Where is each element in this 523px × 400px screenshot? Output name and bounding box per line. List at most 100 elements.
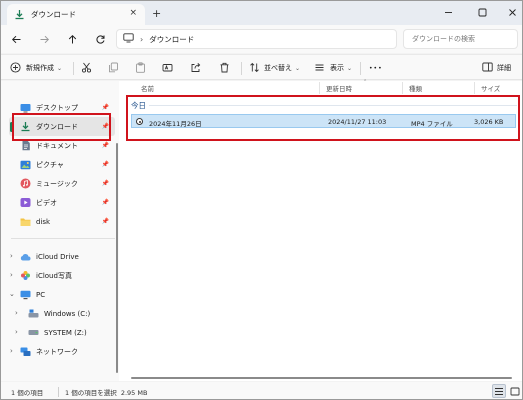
command-bar: 新規作成 ⌄ 並べ替え ⌄ 表示 ⌄ ••• 詳細 xyxy=(1,54,522,80)
horizontal-scrollbar[interactable] xyxy=(131,377,512,379)
sidebar-item-pictures[interactable]: ピクチャ 📌 xyxy=(9,155,115,174)
rename-icon xyxy=(162,62,173,75)
divider xyxy=(241,62,242,75)
sidebar-item-icloud-photos[interactable]: iCloud写真 xyxy=(9,266,115,285)
address-bar[interactable]: › ダウンロード xyxy=(116,29,397,49)
details-view-button[interactable] xyxy=(492,384,506,398)
forward-button[interactable] xyxy=(36,31,52,47)
back-button[interactable] xyxy=(8,31,24,47)
plus-circle-icon xyxy=(10,61,21,75)
close-window-button[interactable] xyxy=(497,4,522,20)
sidebar-item-icloud-drive[interactable]: iCloud Drive xyxy=(9,247,115,266)
copy-button[interactable] xyxy=(108,60,119,76)
pin-icon: 📌 xyxy=(101,218,109,225)
delete-button[interactable] xyxy=(219,60,230,76)
status-divider xyxy=(58,387,59,397)
pin-icon: 📌 xyxy=(101,180,109,187)
rename-button[interactable] xyxy=(162,60,173,76)
navigation-bar: › ダウンロード ダウンロードの検索 xyxy=(1,25,522,53)
trash-icon xyxy=(219,62,230,75)
sidebar-item-videos[interactable]: ビデオ 📌 xyxy=(9,193,115,212)
sidebar-item-label: ピクチャ xyxy=(36,160,64,169)
tiles-view-button[interactable] xyxy=(508,384,522,398)
breadcrumb-separator[interactable]: › xyxy=(140,35,143,44)
minimize-button[interactable] xyxy=(433,4,463,20)
sidebar-item-label: disk xyxy=(36,217,51,226)
pin-icon: 📌 xyxy=(101,199,109,206)
share-icon xyxy=(190,62,201,75)
sidebar-scrollbar[interactable] xyxy=(116,143,118,373)
status-bar: 1 個の項目 1 個の項目を選択 2.95 MB xyxy=(1,382,522,399)
column-header-name[interactable]: 名前 xyxy=(141,81,154,95)
refresh-button[interactable] xyxy=(92,31,108,47)
details-pane-button[interactable]: 詳細 xyxy=(482,60,511,76)
sort-button[interactable]: 並べ替え ⌄ xyxy=(249,60,300,76)
sort-caret-icon: ⌃ xyxy=(363,79,368,85)
cut-icon xyxy=(81,62,92,75)
highlight-box-file xyxy=(126,95,520,141)
pc-icon xyxy=(20,289,31,300)
paste-icon xyxy=(135,61,146,75)
copy-icon xyxy=(108,62,119,75)
document-icon xyxy=(20,140,31,151)
column-header-size[interactable]: サイズ xyxy=(481,81,500,95)
column-header-type[interactable]: 種類 xyxy=(409,81,422,95)
cut-button[interactable] xyxy=(81,60,92,76)
view-button[interactable]: 表示 ⌄ xyxy=(314,60,352,76)
sidebar-item-disk[interactable]: disk 📌 xyxy=(9,212,115,231)
breadcrumb-downloads[interactable]: ダウンロード xyxy=(149,34,194,45)
close-tab-icon[interactable]: × xyxy=(129,8,137,18)
title-bar: ダウンロード × + xyxy=(1,1,522,25)
up-button[interactable] xyxy=(64,31,80,47)
sidebar-item-label: ネットワーク xyxy=(36,347,78,356)
video-icon xyxy=(20,197,31,208)
pin-icon: 📌 xyxy=(101,142,109,149)
sidebar-item-system-z[interactable]: SYSTEM (Z:) xyxy=(17,323,115,342)
drive-icon xyxy=(28,327,39,338)
pin-icon: 📌 xyxy=(101,161,109,168)
sidebar-item-label: ドキュメント xyxy=(36,141,78,150)
new-tab-button[interactable]: + xyxy=(152,7,161,20)
column-divider[interactable] xyxy=(319,82,320,94)
download-icon xyxy=(14,9,25,20)
sort-label: 並べ替え xyxy=(264,64,292,72)
folder-icon xyxy=(20,216,31,227)
desktop-icon xyxy=(20,102,31,113)
column-header-date[interactable]: 更新日時 xyxy=(326,81,352,95)
file-explorer-window: ダウンロード × + › ダウンロード ダウンロードの検索 新規作成 ⌄ 並べ替… xyxy=(0,0,523,400)
details-label: 詳細 xyxy=(497,64,511,72)
paste-button[interactable] xyxy=(135,60,146,76)
new-button[interactable]: 新規作成 ⌄ xyxy=(10,60,62,76)
search-placeholder: ダウンロードの検索 xyxy=(412,35,475,43)
maximize-button[interactable] xyxy=(467,4,497,20)
sidebar-divider xyxy=(11,238,115,239)
drive-icon xyxy=(28,308,39,319)
chevron-down-icon: ⌄ xyxy=(295,64,301,72)
chevron-down-icon: ⌄ xyxy=(347,64,353,72)
column-divider[interactable] xyxy=(402,82,403,94)
sort-icon xyxy=(249,62,260,75)
sidebar-item-music[interactable]: ミュージック 📌 xyxy=(9,174,115,193)
tab-downloads[interactable]: ダウンロード × xyxy=(7,4,145,25)
music-icon xyxy=(20,178,31,189)
sidebar-item-pc[interactable]: PC xyxy=(9,285,115,304)
new-label: 新規作成 xyxy=(26,64,54,72)
sidebar-item-label: デスクトップ xyxy=(36,103,78,112)
more-options-button[interactable]: ••• xyxy=(369,60,383,76)
sidebar-item-network[interactable]: ネットワーク xyxy=(9,342,115,361)
sidebar-item-label: SYSTEM (Z:) xyxy=(44,328,87,337)
sidebar-item-windows-c[interactable]: Windows (C:) xyxy=(17,304,115,323)
share-button[interactable] xyxy=(190,60,201,76)
pin-icon: 📌 xyxy=(101,104,109,111)
sidebar-item-label: ビデオ xyxy=(36,198,57,207)
sidebar-item-label: ミュージック xyxy=(36,179,78,188)
search-input[interactable]: ダウンロードの検索 xyxy=(403,29,518,49)
divider xyxy=(73,62,74,75)
item-count: 1 個の項目 xyxy=(11,389,44,397)
photos-icon xyxy=(20,270,31,281)
sidebar-item-label: PC xyxy=(36,290,46,299)
monitor-icon xyxy=(123,33,134,45)
network-icon xyxy=(20,346,31,357)
column-divider[interactable] xyxy=(474,82,475,94)
tab-label: ダウンロード xyxy=(31,10,76,19)
